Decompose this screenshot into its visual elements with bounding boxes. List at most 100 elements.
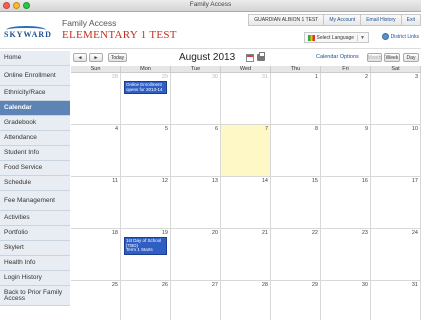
next-month-button[interactable]: ► <box>89 53 103 62</box>
calendar-day[interactable]: 9 <box>321 125 371 177</box>
calendar-day[interactable]: 17 <box>371 177 421 229</box>
sidebar-item-calendar[interactable]: Calendar <box>0 101 70 116</box>
sidebar-item-gradebook[interactable]: Gradebook <box>0 116 70 131</box>
day-number: 13 <box>211 178 218 184</box>
dow-wed: Wed <box>221 66 271 73</box>
calendar-day[interactable]: 29 Online Enrollment opens for 2013-14 <box>121 73 171 125</box>
my-account-link[interactable]: My Account <box>324 14 362 26</box>
day-number: 6 <box>214 126 218 132</box>
skyward-logo: SKYWARD <box>4 26 56 42</box>
calendar-event[interactable]: 1st Day of School (TBD) Term 1 Starts <box>124 237 167 255</box>
calendar-day[interactable]: 12 <box>121 177 171 229</box>
day-number: 9 <box>364 126 368 132</box>
calendar-event[interactable]: Online Enrollment opens for 2013-14 <box>124 81 167 95</box>
sidebar-item-online-enrollment[interactable]: Online Enrollment <box>0 66 70 86</box>
calendar-week: 18 19 1st Day of School (TBD) Term 1 Starts… <box>71 229 421 281</box>
calendar-weeks: 28 29 Online Enrollment opens for 2013-14 30… <box>71 73 421 320</box>
calendar-day[interactable]: 24 <box>371 229 421 281</box>
day-number: 30 <box>361 282 368 288</box>
calendar-day[interactable]: 21 <box>221 229 271 281</box>
day-number: 10 <box>411 126 418 132</box>
day-number: 28 <box>261 282 268 288</box>
calendar-picker-icon[interactable] <box>246 54 254 62</box>
calendar-options-link[interactable]: Calendar Options <box>316 54 359 60</box>
day-number: 20 <box>211 230 218 236</box>
dow-sat: Sat <box>371 66 421 73</box>
window-titlebar: Family Access <box>0 0 421 12</box>
calendar-day[interactable]: 30 <box>321 281 371 320</box>
calendar-day[interactable]: 10 <box>371 125 421 177</box>
calendar-day[interactable]: 30 <box>171 73 221 125</box>
sidebar-item-ethnicity-race[interactable]: Ethnicity/Race <box>0 86 70 101</box>
event-text: opens for 2013-14 <box>126 86 163 92</box>
calendar-week: 28 29 Online Enrollment opens for 2013-14 30… <box>71 73 421 125</box>
calendar-day[interactable]: 2 <box>321 73 371 125</box>
dow-fri: Fri <box>321 66 371 73</box>
calendar-day[interactable]: 18 <box>71 229 121 281</box>
sidebar-item-home[interactable]: Home <box>0 51 70 66</box>
calendar-day[interactable]: 3 <box>371 73 421 125</box>
calendar-day[interactable]: 1 <box>271 73 321 125</box>
day-view-button[interactable]: Day <box>403 53 419 62</box>
calendar-day[interactable]: 23 <box>321 229 371 281</box>
sidebar-item-fee-management[interactable]: Fee Management <box>0 191 70 211</box>
sidebar-item-student-info[interactable]: Student Info <box>0 146 70 161</box>
calendar-day[interactable]: 19 1st Day of School (TBD) Term 1 Starts <box>121 229 171 281</box>
prev-month-button[interactable]: ◄ <box>73 53 87 62</box>
day-number: 31 <box>411 282 418 288</box>
calendar-day[interactable]: 6 <box>171 125 221 177</box>
sidebar-nav: Home Online Enrollment Ethnicity/Race Ca… <box>0 51 70 306</box>
calendar-day[interactable]: 11 <box>71 177 121 229</box>
sidebar-item-attendance[interactable]: Attendance <box>0 131 70 146</box>
sidebar-item-schedule[interactable]: Schedule <box>0 176 70 191</box>
exit-link[interactable]: Exit <box>401 14 421 26</box>
sidebar-item-login-history[interactable]: Login History <box>0 271 70 286</box>
sidebar-item-back-to-prior[interactable]: Back to Prior Family Access <box>0 286 70 306</box>
globe-icon <box>381 33 389 40</box>
calendar-day[interactable]: 15 <box>271 177 321 229</box>
language-select[interactable]: Select Language ▼ <box>303 32 369 43</box>
page-header: SKYWARD Family Access ELEMENTARY 1 TEST … <box>0 13 421 49</box>
sidebar-item-skylert[interactable]: Skylert <box>0 241 70 256</box>
calendar-day[interactable]: 14 <box>221 177 271 229</box>
email-history-link[interactable]: Email History <box>361 14 402 26</box>
day-number: 1 <box>314 74 318 80</box>
calendar-day[interactable]: 5 <box>121 125 171 177</box>
day-number: 2 <box>364 74 368 80</box>
day-number: 7 <box>264 126 268 132</box>
calendar-day[interactable]: 28 <box>71 73 121 125</box>
sidebar-item-portfolio[interactable]: Portfolio <box>0 226 70 241</box>
sidebar-item-health-info[interactable]: Health Info <box>0 256 70 271</box>
calendar-day[interactable]: 31 <box>371 281 421 320</box>
today-button[interactable]: Today <box>108 53 127 62</box>
calendar-day[interactable]: 25 <box>71 281 121 320</box>
month-view-button[interactable]: Month <box>367 53 382 62</box>
day-number: 22 <box>311 230 318 236</box>
calendar-day[interactable]: 28 <box>221 281 271 320</box>
calendar-day[interactable]: 26 <box>121 281 171 320</box>
calendar-day[interactable]: 29 <box>271 281 321 320</box>
calendar-day-today[interactable]: 7 <box>221 125 271 177</box>
print-icon[interactable] <box>257 52 265 61</box>
district-links-label: District Links <box>390 33 419 40</box>
google-translate-icon <box>307 34 315 41</box>
logo-text: SKYWARD <box>4 30 52 39</box>
day-number: 31 <box>261 74 268 80</box>
calendar-day[interactable]: 8 <box>271 125 321 177</box>
calendar-day[interactable]: 20 <box>171 229 221 281</box>
sidebar-item-food-service[interactable]: Food Service <box>0 161 70 176</box>
calendar-day[interactable]: 22 <box>271 229 321 281</box>
calendar-day[interactable]: 4 <box>71 125 121 177</box>
day-number: 26 <box>161 282 168 288</box>
calendar-day[interactable]: 16 <box>321 177 371 229</box>
calendar-day[interactable]: 13 <box>171 177 221 229</box>
day-number: 21 <box>261 230 268 236</box>
week-view-button[interactable]: Week <box>384 53 400 62</box>
sidebar-item-activities[interactable]: Activities <box>0 211 70 226</box>
day-number: 24 <box>411 230 418 236</box>
calendar-day[interactable]: 31 <box>221 73 271 125</box>
district-links-link[interactable]: District Links <box>381 33 419 40</box>
dow-thu: Thu <box>271 66 321 73</box>
calendar-day[interactable]: 27 <box>171 281 221 320</box>
school-name: ELEMENTARY 1 TEST <box>62 29 177 41</box>
